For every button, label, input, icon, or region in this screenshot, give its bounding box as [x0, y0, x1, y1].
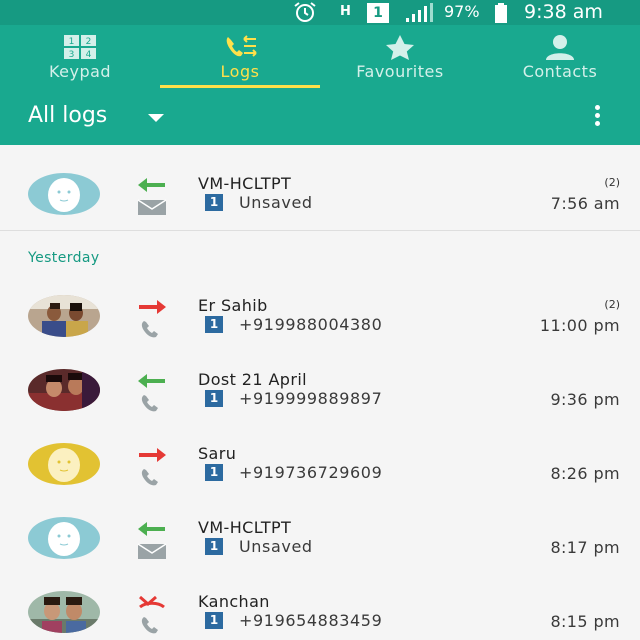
sim-badge: 1 [205, 390, 223, 407]
logs-icon [226, 35, 257, 57]
log-time: 8:26 pm [550, 464, 620, 483]
log-row[interactable]: Kanchan 1 +919654883459 8:15 pm [0, 575, 640, 640]
network-type-label: H [340, 4, 351, 19]
more-options-icon[interactable] [588, 105, 606, 129]
avatar [28, 173, 100, 215]
avatar [28, 295, 100, 337]
contact-number: +919736729609 [239, 463, 383, 482]
contact-name: Dost 21 April [198, 370, 308, 389]
svg-text:1: 1 [69, 37, 75, 47]
incoming-arrow-icon [138, 178, 165, 192]
call-count: (2) [604, 176, 620, 189]
contact-number: Unsaved [239, 193, 313, 212]
dropdown-caret-icon[interactable] [148, 114, 164, 122]
log-time: 11:00 pm [539, 316, 620, 335]
contact-number: +919654883459 [239, 611, 383, 630]
outgoing-arrow-icon [139, 448, 166, 462]
contact-number: Unsaved [239, 537, 313, 556]
signal-icon [406, 3, 433, 22]
sim-badge: 1 [205, 612, 223, 629]
tab-contacts-label: Contacts [522, 62, 598, 81]
call-log-list: VM-HCLTPT 1 Unsaved (2) 7:56 am Yesterda… [0, 145, 640, 640]
sim-badge: 1 [205, 316, 223, 333]
tab-keypad[interactable]: 1 2 3 4 Keypad [0, 25, 160, 90]
avatar [28, 369, 100, 411]
tab-favourites-label: Favourites [356, 62, 444, 81]
log-row[interactable]: Dost 21 April 1 +919999889897 9:36 pm [0, 353, 640, 427]
sim-badge: 1 [205, 464, 223, 481]
contact-number: +919999889897 [239, 389, 383, 408]
status-bar: H 1 97% 9:38 am [0, 0, 640, 25]
contact-name: Saru [198, 444, 237, 463]
log-filter-dropdown[interactable]: All logs [28, 103, 107, 128]
sim-badge: 1 [205, 194, 223, 211]
phone-icon [141, 617, 158, 634]
outgoing-arrow-icon [139, 300, 166, 314]
incoming-arrow-icon [138, 522, 165, 536]
app-bar: 1 2 3 4 Keypad Logs Favourites Contacts … [0, 25, 640, 145]
incoming-arrow-icon [138, 374, 165, 388]
svg-text:2: 2 [86, 37, 92, 47]
phone-icon [141, 395, 158, 412]
log-time: 8:15 pm [550, 612, 620, 631]
star-icon [386, 35, 414, 60]
call-count: (2) [604, 298, 620, 311]
sim-indicator: 1 [367, 3, 389, 23]
log-time: 8:17 pm [550, 538, 620, 557]
battery-percent: 97% [444, 2, 480, 21]
avatar [28, 517, 100, 559]
avatar [28, 443, 100, 485]
section-header: Yesterday [28, 250, 100, 266]
tab-logs[interactable]: Logs [160, 25, 320, 90]
tab-logs-label: Logs [220, 62, 260, 81]
log-time: 9:36 pm [550, 390, 620, 409]
phone-icon [141, 321, 158, 338]
contact-name: Er Sahib [198, 296, 268, 315]
status-time: 9:38 am [524, 1, 603, 23]
message-icon [137, 199, 167, 215]
svg-text:4: 4 [86, 50, 92, 60]
battery-icon [495, 3, 507, 23]
contact-name: Kanchan [198, 592, 270, 611]
active-tab-indicator [160, 85, 320, 88]
contact-number: +919988004380 [239, 315, 383, 334]
sim-badge: 1 [205, 538, 223, 555]
message-icon [137, 543, 167, 559]
divider [0, 230, 640, 231]
svg-text:3: 3 [69, 50, 75, 60]
keypad-icon: 1 2 3 4 [64, 35, 96, 60]
contact-name: VM-HCLTPT [198, 518, 292, 537]
avatar [28, 591, 100, 633]
phone-icon [141, 469, 158, 486]
alarm-icon [294, 2, 316, 22]
tab-contacts[interactable]: Contacts [480, 25, 640, 90]
log-row[interactable]: VM-HCLTPT 1 Unsaved 8:17 pm [0, 501, 640, 575]
log-row[interactable]: VM-HCLTPT 1 Unsaved (2) 7:56 am [0, 157, 640, 231]
tab-keypad-label: Keypad [48, 62, 112, 81]
log-row[interactable]: Saru 1 +919736729609 8:26 pm [0, 427, 640, 501]
tab-favourites[interactable]: Favourites [320, 25, 480, 90]
person-icon [546, 35, 574, 60]
log-time: 7:56 am [550, 194, 620, 213]
contact-name: VM-HCLTPT [198, 174, 292, 193]
log-row[interactable]: Er Sahib 1 +919988004380 (2) 11:00 pm [0, 279, 640, 353]
missed-call-icon [139, 595, 165, 609]
